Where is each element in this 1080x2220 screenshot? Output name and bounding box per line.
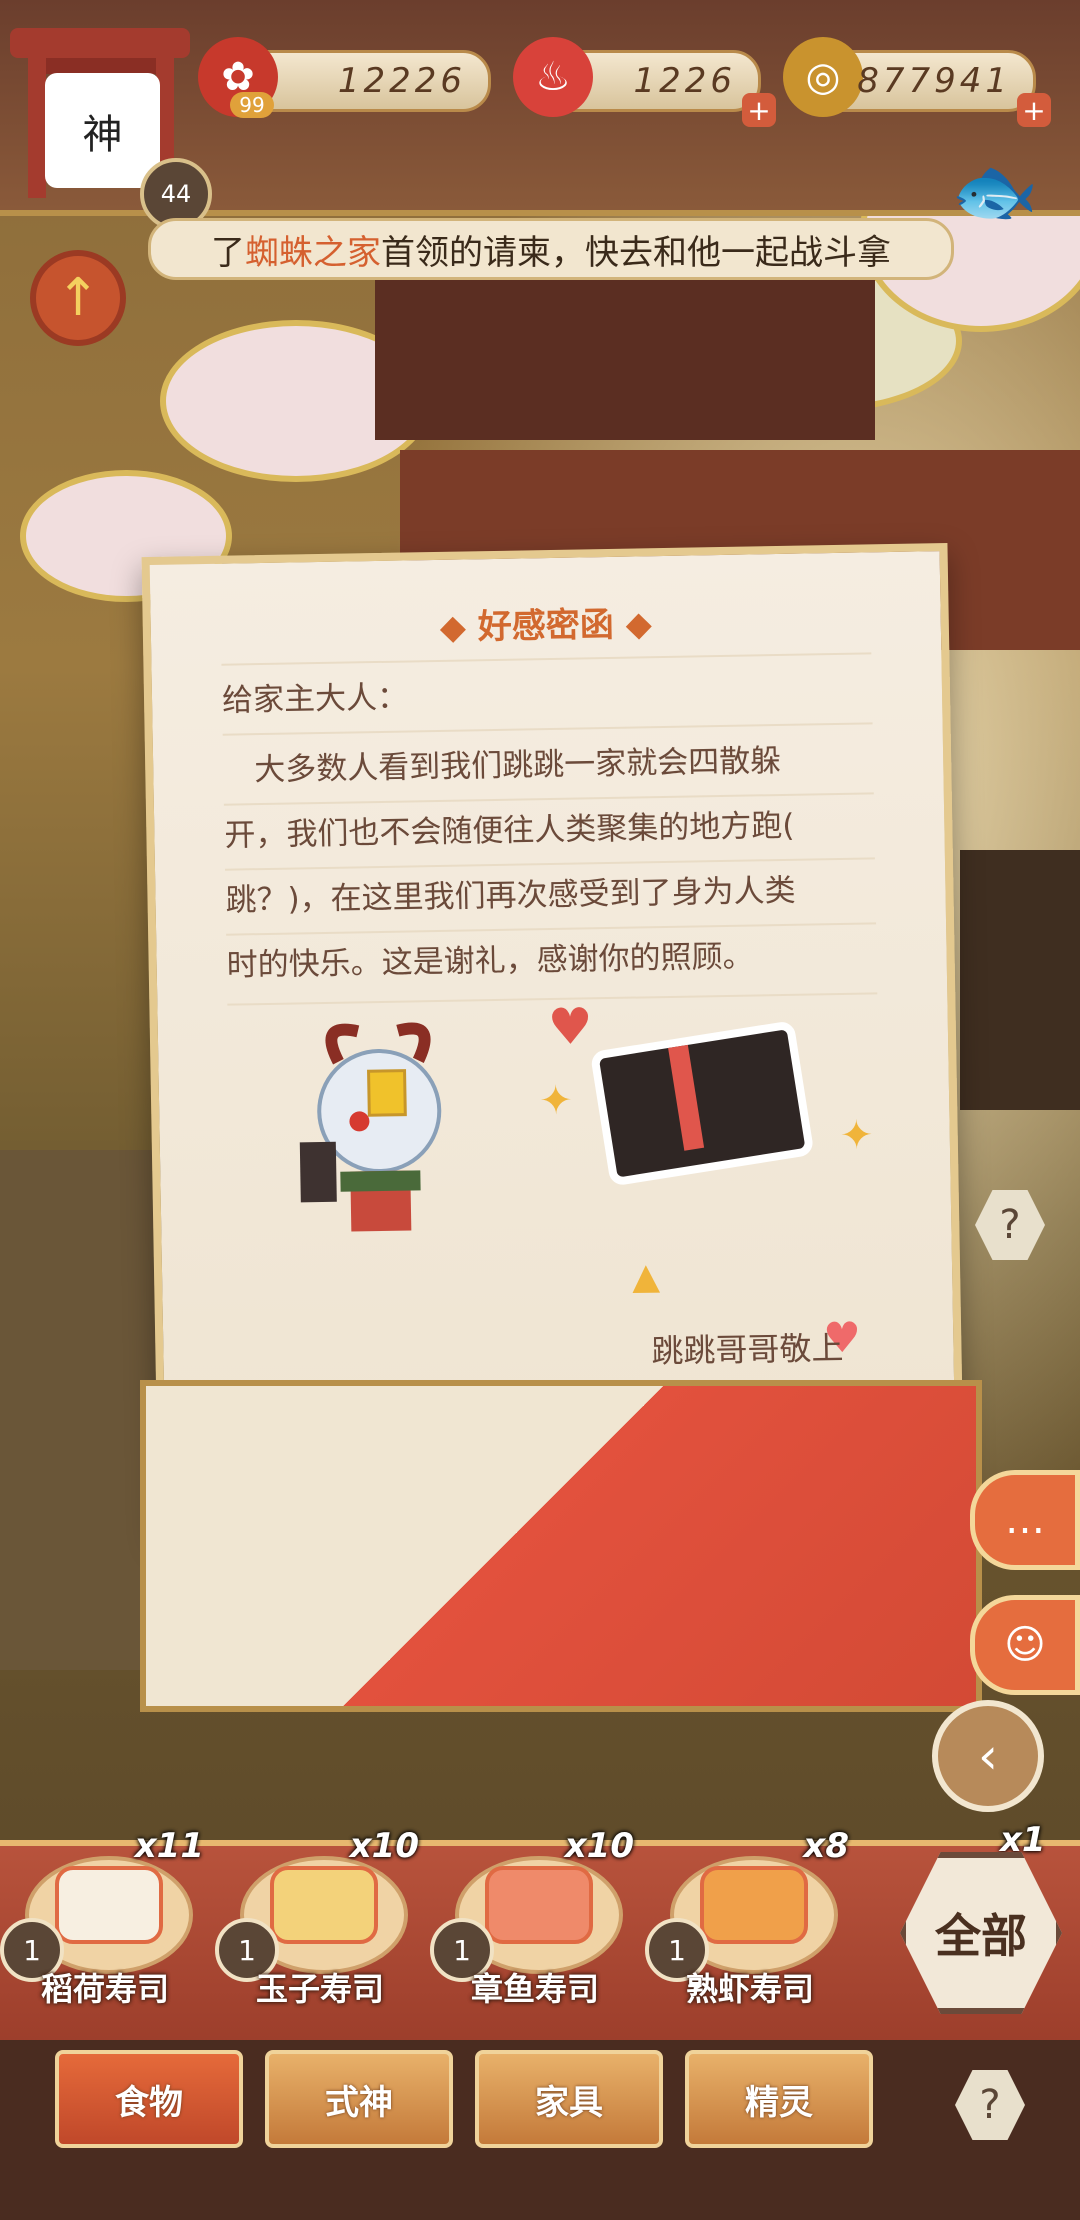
sushi-icon — [55, 1866, 163, 1944]
news-ticker: 了蜘蛛之家 首领的请柬，快去和他一起战斗拿 — [148, 218, 954, 280]
sushi-icon — [270, 1866, 378, 1944]
letter-greeting: 给家主大人： — [221, 679, 409, 719]
tab-spirit[interactable]: 精灵 — [685, 2050, 873, 2148]
fish-ornament-icon: 🐟 — [951, 150, 1039, 232]
sparkle-icon: ▲ — [631, 1256, 661, 1298]
heart-icon: ♥ — [547, 997, 594, 1057]
character-button[interactable]: ☺ — [970, 1595, 1080, 1695]
chevron-left-icon: ‹ — [978, 1727, 998, 1785]
resource-flower-value: 12226 — [337, 61, 466, 101]
coin-icon: ◎ — [783, 37, 863, 117]
avatar-label: 神 — [45, 73, 160, 188]
torii-frame — [10, 28, 190, 58]
tab-food[interactable]: 食物 — [55, 2050, 243, 2148]
ticker-highlight: 蜘蛛之家 — [245, 232, 381, 273]
sparkle-icon: ✦ — [538, 1077, 574, 1125]
house-roof — [375, 280, 875, 440]
letter-signature: 跳跳哥哥敬上 — [651, 1328, 844, 1371]
collapse-button[interactable]: ‹ — [932, 1700, 1044, 1812]
sushi-icon — [700, 1866, 808, 1944]
resource-coin-value: 877941 — [857, 61, 1011, 101]
sushi-icon — [485, 1866, 593, 1944]
character-sprite — [299, 1022, 442, 1232]
letter-title: ◆ 好感密函 ◆ — [439, 604, 653, 648]
level-up-lantern-icon[interactable]: ↑ — [30, 250, 126, 346]
food-item[interactable]: x11 1 稻荷寿司 — [0, 1826, 210, 2046]
food-item[interactable]: x10 1 玉子寿司 — [215, 1826, 425, 2046]
ticker-suffix: 首领的请柬，快去和他一起战斗拿 — [381, 232, 891, 273]
category-tabs: 食物 式神 家具 精灵 ? — [0, 2040, 1080, 2220]
resource-stamina-value: 1226 — [633, 61, 736, 101]
resource-stamina: ♨ 1226 + — [513, 37, 776, 127]
treasure-chest-icon — [589, 1020, 815, 1187]
letter-body-line: 时的快乐。这是谢礼，感谢你的照顾。 — [226, 938, 754, 984]
food-count: x8 — [803, 1826, 849, 1866]
add-stamina-button[interactable]: + — [742, 93, 776, 127]
resource-flower-badge: 99 — [230, 92, 274, 118]
letter-body-line: 跳？)，在这里我们再次感受到了身为人类 — [225, 872, 796, 919]
character-icon: ☺ — [1004, 1622, 1046, 1668]
envelope — [140, 1380, 982, 1712]
stamina-icon: ♨ — [513, 37, 593, 117]
food-name: 玉子寿司 — [255, 1970, 384, 2008]
chat-button[interactable]: … — [970, 1470, 1080, 1570]
help-icon[interactable]: ? — [955, 2070, 1025, 2140]
player-avatar[interactable]: 神 44 — [10, 18, 212, 230]
letter-body-line: 开，我们也不会随便往人类聚集的地方跑( — [224, 807, 795, 854]
food-count: x11 — [134, 1826, 204, 1866]
resource-coin: ◎ 877941 + — [783, 37, 1051, 127]
tab-furniture[interactable]: 家具 — [475, 2050, 663, 2148]
food-item[interactable]: x10 1 章鱼寿司 — [430, 1826, 640, 2046]
food-name: 熟虾寿司 — [685, 1970, 814, 2008]
torii-frame-beam — [30, 58, 170, 74]
food-count: x10 — [564, 1826, 634, 1866]
chat-icon: … — [1005, 1497, 1045, 1543]
top-hud: 神 44 ✿ 12226 99 ♨ 1226 + ◎ 877941 + — [0, 0, 1080, 230]
food-name: 章鱼寿司 — [470, 1970, 599, 2008]
torii-post — [28, 58, 46, 198]
shelf-decoration — [960, 850, 1080, 1110]
add-coin-button[interactable]: + — [1017, 93, 1051, 127]
food-name: 稻荷寿司 — [40, 1970, 169, 2008]
letter-body-line: 大多数人看到我们跳跳一家就会四散躲 — [222, 742, 782, 789]
food-item[interactable]: x8 1 熟虾寿司 — [645, 1826, 855, 2046]
sparkle-icon: ✦ — [839, 1112, 874, 1160]
food-count: x10 — [349, 1826, 419, 1866]
ticker-prefix: 了 — [211, 232, 245, 273]
tab-shikigami[interactable]: 式神 — [265, 2050, 453, 2148]
